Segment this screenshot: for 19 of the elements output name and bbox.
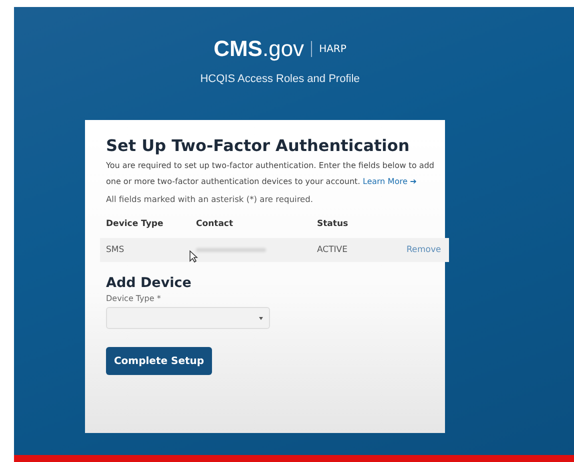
site-logo: CMS.gov (214, 36, 304, 62)
table-cell-text: ACTIVE (317, 245, 348, 255)
learn-more-link[interactable]: Learn More ➔ (362, 177, 417, 186)
complete-setup-button[interactable]: Complete Setup (106, 347, 212, 375)
card-title: Set Up Two-Factor Authentication (106, 136, 411, 155)
cursor-icon (189, 250, 198, 263)
section-title: Add Device (106, 275, 192, 291)
remove-link[interactable]: Remove (406, 245, 441, 255)
caret-icon (259, 317, 263, 320)
site-subtitle: HCQIS Access Roles and Profile (199, 73, 361, 85)
required-note: All fields marked with an asterisk (*) are required. (106, 194, 314, 204)
column-header: Status (317, 219, 350, 231)
field-label: Device Type * (106, 294, 162, 303)
product-name: HARP (319, 44, 346, 54)
table-cell-text: SMS (106, 245, 126, 255)
column-header: Contact (196, 219, 234, 231)
description-text: You are required to set up two-factor authentication. Enter the fields below to add one or more two-factor authentication devices to your account. Learn More ➔ (106, 160, 436, 188)
column-header: Device Type (106, 219, 164, 231)
device-type-select[interactable] (106, 307, 270, 329)
